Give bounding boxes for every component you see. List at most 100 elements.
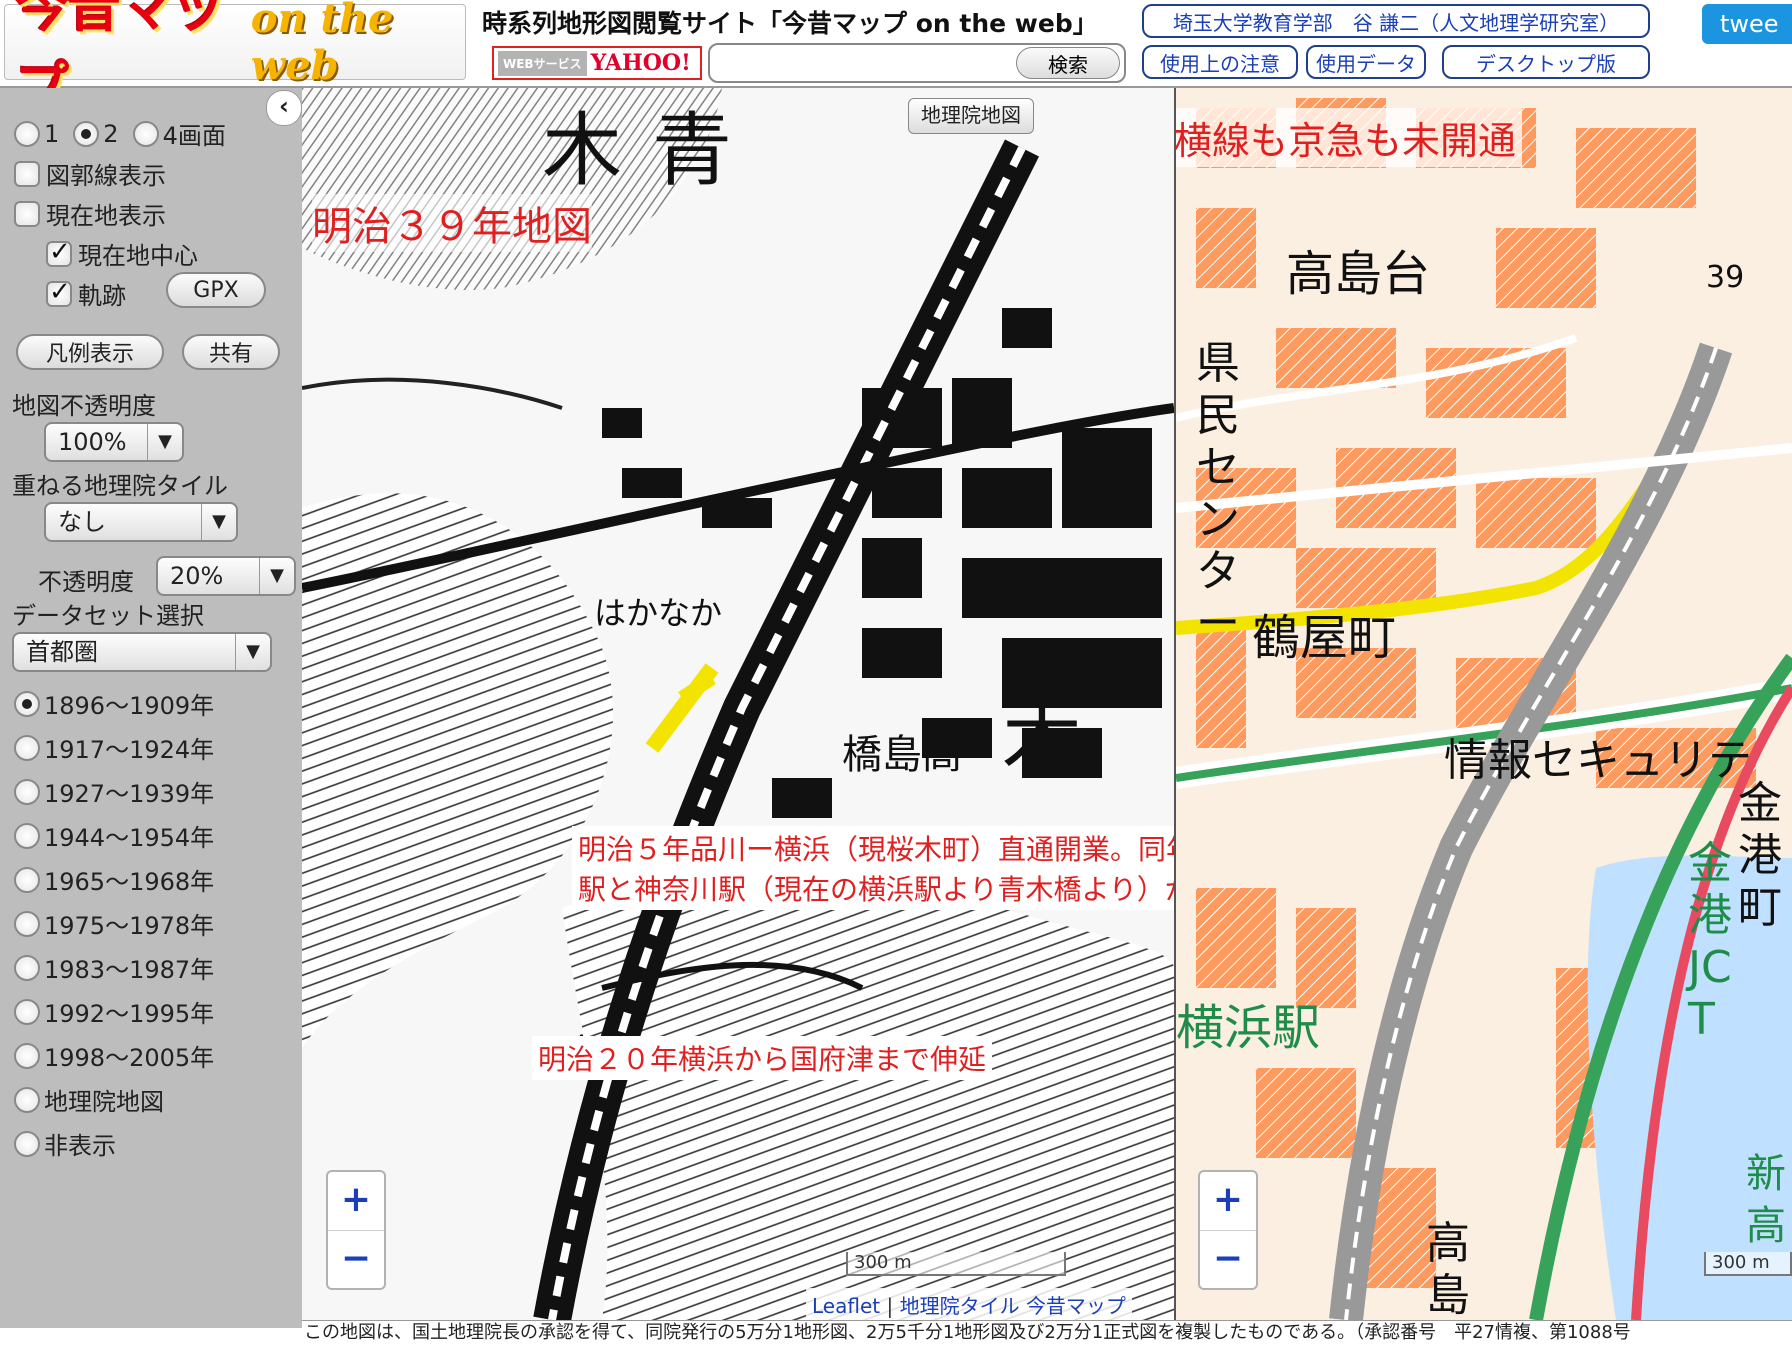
annotation-note: 駅と神奈川駅（現在の横浜駅より青木橋より）が置かれた。 — [572, 866, 1174, 910]
period-option[interactable]: 1927〜1939年 — [14, 774, 214, 809]
screen-4-label: 4画面 — [162, 122, 226, 150]
period-option[interactable]: 非表示 — [14, 1126, 116, 1161]
period-option[interactable]: 1992〜1995年 — [14, 994, 214, 1029]
elevation-label: 39 — [1706, 260, 1745, 295]
annotation-note: 当時東横線も京急も未開通 — [1176, 108, 1523, 167]
center-location-toggle[interactable]: 現在地中心 — [46, 236, 198, 271]
period-option[interactable]: 地理院地図 — [14, 1082, 164, 1117]
konjaku-map-link[interactable]: 今昔マップ — [1026, 1294, 1126, 1318]
screen-2-radio[interactable] — [73, 120, 100, 147]
zoom-in-button[interactable]: + — [1200, 1172, 1256, 1231]
period-radio[interactable] — [14, 1130, 40, 1157]
overlay-opacity-select[interactable]: 20% ▼ — [156, 556, 296, 596]
leaflet-link[interactable]: Leaflet — [812, 1294, 880, 1318]
logo-sub-text: on the web — [250, 0, 394, 89]
gsi-tiles-link[interactable]: 地理院タイル — [900, 1294, 1020, 1318]
yahoo-service-label: WEBサービス — [498, 50, 587, 76]
overlay-tile-value: なし — [58, 508, 106, 536]
grid-checkbox[interactable] — [14, 160, 40, 187]
modern-map-pane[interactable]: 高島台 県民センター 鶴屋町 情報セキュリテ 金港町 金港JCT 横浜駅 高島 … — [1176, 88, 1792, 1320]
legend-button[interactable]: 凡例表示 — [16, 334, 164, 370]
search-input[interactable] — [718, 49, 1012, 79]
annotation-note: 明治５年品川ー横浜（現桜木町）直通開業。同年中間駅の川崎 — [572, 826, 1174, 870]
period-label: 1992〜1995年 — [44, 1000, 215, 1028]
map-opacity-select[interactable]: 100% ▼ — [44, 422, 184, 462]
map-kanji: 青 — [652, 104, 732, 197]
place-label: 高島台 — [1286, 246, 1431, 302]
site-title: 時系列地形図閲覧サイト「今昔マップ on the web」 — [482, 9, 1098, 38]
period-radio[interactable] — [14, 822, 40, 849]
zoom-control: + − — [326, 1170, 386, 1290]
location-label: 現在地表示 — [46, 202, 166, 230]
gsi-map-layer-button[interactable]: 地理院地図 — [908, 98, 1034, 134]
chevron-down-icon: ▼ — [235, 634, 270, 670]
period-option[interactable]: 1975〜1978年 — [14, 906, 214, 941]
period-radio[interactable] — [14, 910, 40, 937]
zoom-out-button[interactable]: − — [328, 1231, 384, 1289]
gpx-button[interactable]: GPX — [166, 272, 266, 308]
screen-2-label: 2 — [103, 119, 119, 148]
period-radio[interactable] — [14, 778, 40, 805]
period-option[interactable]: 1944〜1954年 — [14, 818, 214, 853]
attribution-separator: | — [886, 1294, 894, 1318]
period-radio[interactable] — [14, 998, 40, 1025]
tweet-button[interactable]: twee — [1702, 4, 1792, 44]
data-link[interactable]: 使用データ — [1306, 45, 1426, 79]
dataset-value: 首都圏 — [26, 638, 98, 666]
track-checkbox[interactable] — [46, 277, 72, 307]
period-option[interactable]: 1917〜1924年 — [14, 730, 214, 765]
period-label: 1998〜2005年 — [44, 1044, 215, 1072]
map-kanji: はかなか — [594, 594, 722, 632]
desktop-version-link[interactable]: デスクトップ版 — [1442, 45, 1650, 79]
author-link[interactable]: 埼玉大学教育学部 谷 謙二（人文地理学研究室） — [1142, 4, 1650, 38]
period-label: 地理院地図 — [44, 1088, 164, 1116]
zoom-in-button[interactable]: + — [328, 1172, 384, 1231]
chevron-down-icon: ▼ — [147, 424, 182, 460]
location-toggle[interactable]: 現在地表示 — [14, 196, 166, 231]
map-kanji: 木 — [542, 104, 622, 197]
zoom-control: + − — [1198, 1170, 1258, 1290]
period-option[interactable]: 1983〜1987年 — [14, 950, 214, 985]
screen-1-label: 1 — [44, 119, 60, 148]
location-checkbox[interactable] — [14, 200, 40, 227]
period-radio[interactable] — [14, 954, 40, 981]
center-location-checkbox[interactable] — [46, 237, 72, 267]
caution-link[interactable]: 使用上の注意 — [1142, 45, 1298, 79]
chevron-down-icon: ▼ — [259, 558, 294, 594]
site-logo[interactable]: 今昔マップ on the web — [4, 0, 466, 118]
period-radio[interactable] — [14, 734, 40, 761]
zoom-out-button[interactable]: − — [1200, 1231, 1256, 1289]
scale-bar: 300 m — [846, 1252, 1066, 1276]
period-radio[interactable] — [14, 1042, 40, 1069]
overlay-tile-select[interactable]: なし ▼ — [44, 502, 238, 542]
screen-count-group: 1 2 4画面 — [14, 116, 226, 151]
old-map-pane[interactable]: 木 青 はかなか 橋島高 木 高 明治３９年地図 明治５年品川ー横浜（現桜木町）… — [302, 88, 1174, 1320]
search-button[interactable]: 検索 — [1016, 47, 1120, 79]
period-label: 1983〜1987年 — [44, 956, 215, 984]
old-topographic-map: 木 青 はかなか 橋島高 木 高 — [302, 88, 1174, 1320]
period-option[interactable]: 1998〜2005年 — [14, 1038, 214, 1073]
period-label: 1975〜1978年 — [44, 912, 215, 940]
yahoo-web-service-badge[interactable]: WEBサービス YAHOO! — [492, 46, 702, 80]
period-radio[interactable] — [14, 1086, 40, 1113]
dataset-select[interactable]: 首都圏 ▼ — [12, 632, 272, 672]
period-option[interactable]: 1896〜1909年 — [14, 686, 214, 721]
period-label: 1917〜1924年 — [44, 736, 215, 764]
scale-bar: 300 m — [1704, 1252, 1792, 1276]
share-button[interactable]: 共有 — [182, 334, 280, 370]
period-label: 1927〜1939年 — [44, 780, 215, 808]
map-opacity-value: 100% — [58, 428, 127, 456]
map-kanji: 橋島高 — [842, 732, 962, 778]
map-kanji: 木 — [1002, 694, 1082, 787]
period-option[interactable]: 1965〜1968年 — [14, 862, 214, 897]
screen-4-radio[interactable] — [132, 120, 159, 147]
yahoo-logo: YAHOO! — [590, 50, 691, 76]
place-label: 金港JCT — [1688, 838, 1732, 1045]
grid-toggle[interactable]: 図郭線表示 — [14, 156, 166, 191]
collapse-sidebar-button[interactable]: ‹ — [266, 90, 302, 126]
period-radio[interactable] — [14, 690, 40, 717]
track-toggle[interactable]: 軌跡 — [46, 276, 126, 311]
map-attribution: Leaflet | 地理院タイル 今昔マップ — [806, 1288, 1132, 1321]
screen-1-radio[interactable] — [14, 120, 40, 147]
period-radio[interactable] — [14, 866, 40, 893]
